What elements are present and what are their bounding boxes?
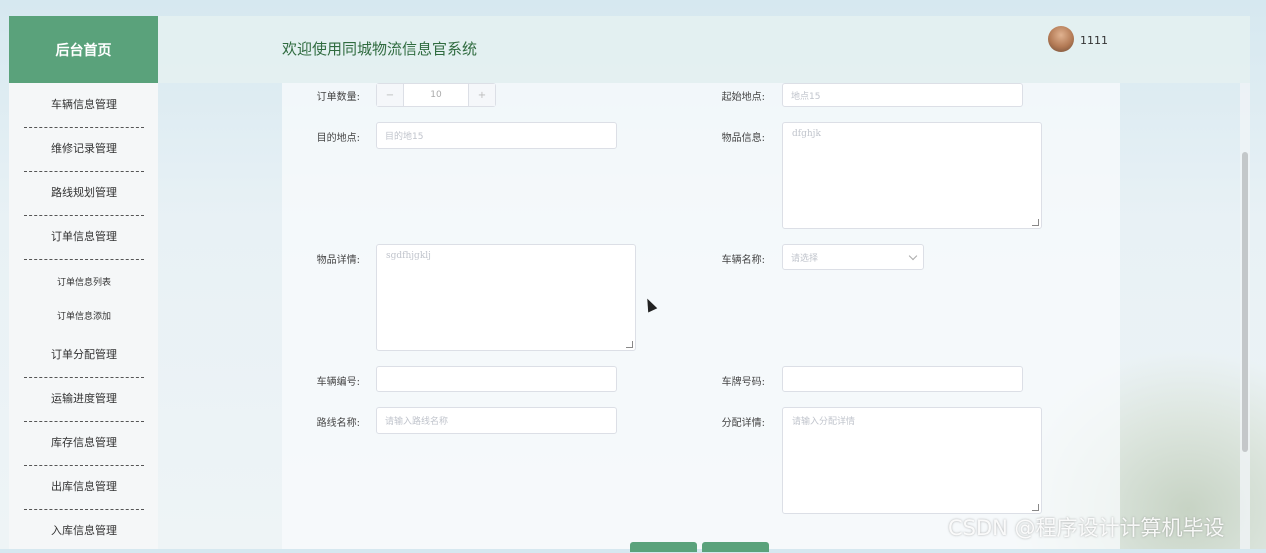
avatar[interactable] <box>1048 26 1074 52</box>
vehicle-no-label: 车辆编号: <box>316 377 360 388</box>
goods-detail-textarea[interactable]: sgdfhjgklj <box>376 244 636 351</box>
order-qty-value[interactable]: 10 <box>403 84 469 106</box>
sidebar-item-transport[interactable]: 运输进度管理 <box>24 377 144 422</box>
plate-no-input[interactable] <box>782 366 1023 392</box>
username[interactable]: 1111 <box>1080 34 1108 47</box>
assign-detail-label: 分配详情: <box>721 418 765 429</box>
resize-grip-icon[interactable] <box>1032 219 1039 226</box>
sidebar: 后台首页 车辆信息管理 维修记录管理 路线规划管理 订单信息管理 订单信息列表 … <box>9 16 158 549</box>
scrollbar-thumb[interactable] <box>1242 152 1248 452</box>
destination-label: 目的地点: <box>316 133 360 144</box>
sidebar-item-outbound[interactable]: 出库信息管理 <box>24 465 144 510</box>
assign-detail-placeholder: 请输入分配详情 <box>792 417 856 427</box>
order-qty-label: 订单数量: <box>316 92 360 103</box>
order-qty-stepper[interactable]: − 10 + <box>376 83 496 107</box>
header: 欢迎使用同城物流信息官系统 1111 <box>158 16 1250 83</box>
sidebar-subitem-order-list[interactable]: 订单信息列表 <box>24 273 144 293</box>
sidebar-item-vehicle[interactable]: 车辆信息管理 <box>24 83 144 128</box>
route-name-input[interactable]: 请输入路线名称 <box>376 407 617 434</box>
destination-input[interactable]: 目的地15 <box>376 122 617 149</box>
vehicle-name-placeholder: 请选择 <box>791 253 819 264</box>
sidebar-item-assignment[interactable]: 订单分配管理 <box>24 333 144 378</box>
sidebar-item-route[interactable]: 路线规划管理 <box>24 171 144 216</box>
minus-icon[interactable]: − <box>377 84 403 106</box>
plus-icon[interactable]: + <box>469 84 495 106</box>
sidebar-item-inbound[interactable]: 入库信息管理 <box>24 509 144 553</box>
submit-button[interactable] <box>630 542 697 552</box>
vehicle-name-label: 车辆名称: <box>721 255 765 266</box>
sidebar-item-inventory[interactable]: 库存信息管理 <box>24 421 144 466</box>
cancel-button[interactable] <box>702 542 769 552</box>
goods-info-value: dfghjk <box>792 129 821 139</box>
start-input[interactable]: 地点15 <box>782 83 1023 107</box>
plate-no-label: 车牌号码: <box>721 377 765 388</box>
page-title: 欢迎使用同城物流信息官系统 <box>282 40 478 58</box>
resize-grip-icon[interactable] <box>626 341 633 348</box>
chevron-down-icon <box>908 251 918 261</box>
goods-detail-label: 物品详情: <box>316 255 360 266</box>
sidebar-subitem-order-add[interactable]: 订单信息添加 <box>24 307 144 327</box>
sidebar-home-link[interactable]: 后台首页 <box>9 16 158 83</box>
route-name-label: 路线名称: <box>316 418 360 429</box>
vehicle-no-input[interactable] <box>376 366 617 392</box>
resize-grip-icon[interactable] <box>1032 504 1039 511</box>
goods-detail-value: sgdfhjgklj <box>386 251 431 261</box>
sidebar-item-maintenance[interactable]: 维修记录管理 <box>24 127 144 172</box>
watermark: CSDN @程序设计计算机毕设 <box>948 516 1225 540</box>
assign-detail-textarea[interactable]: 请输入分配详情 <box>782 407 1042 514</box>
vehicle-name-select[interactable]: 请选择 <box>782 244 924 270</box>
goods-info-textarea[interactable]: dfghjk <box>782 122 1042 229</box>
start-label: 起始地点: <box>721 92 765 103</box>
goods-info-label: 物品信息: <box>721 133 765 144</box>
sidebar-item-order[interactable]: 订单信息管理 <box>24 215 144 260</box>
